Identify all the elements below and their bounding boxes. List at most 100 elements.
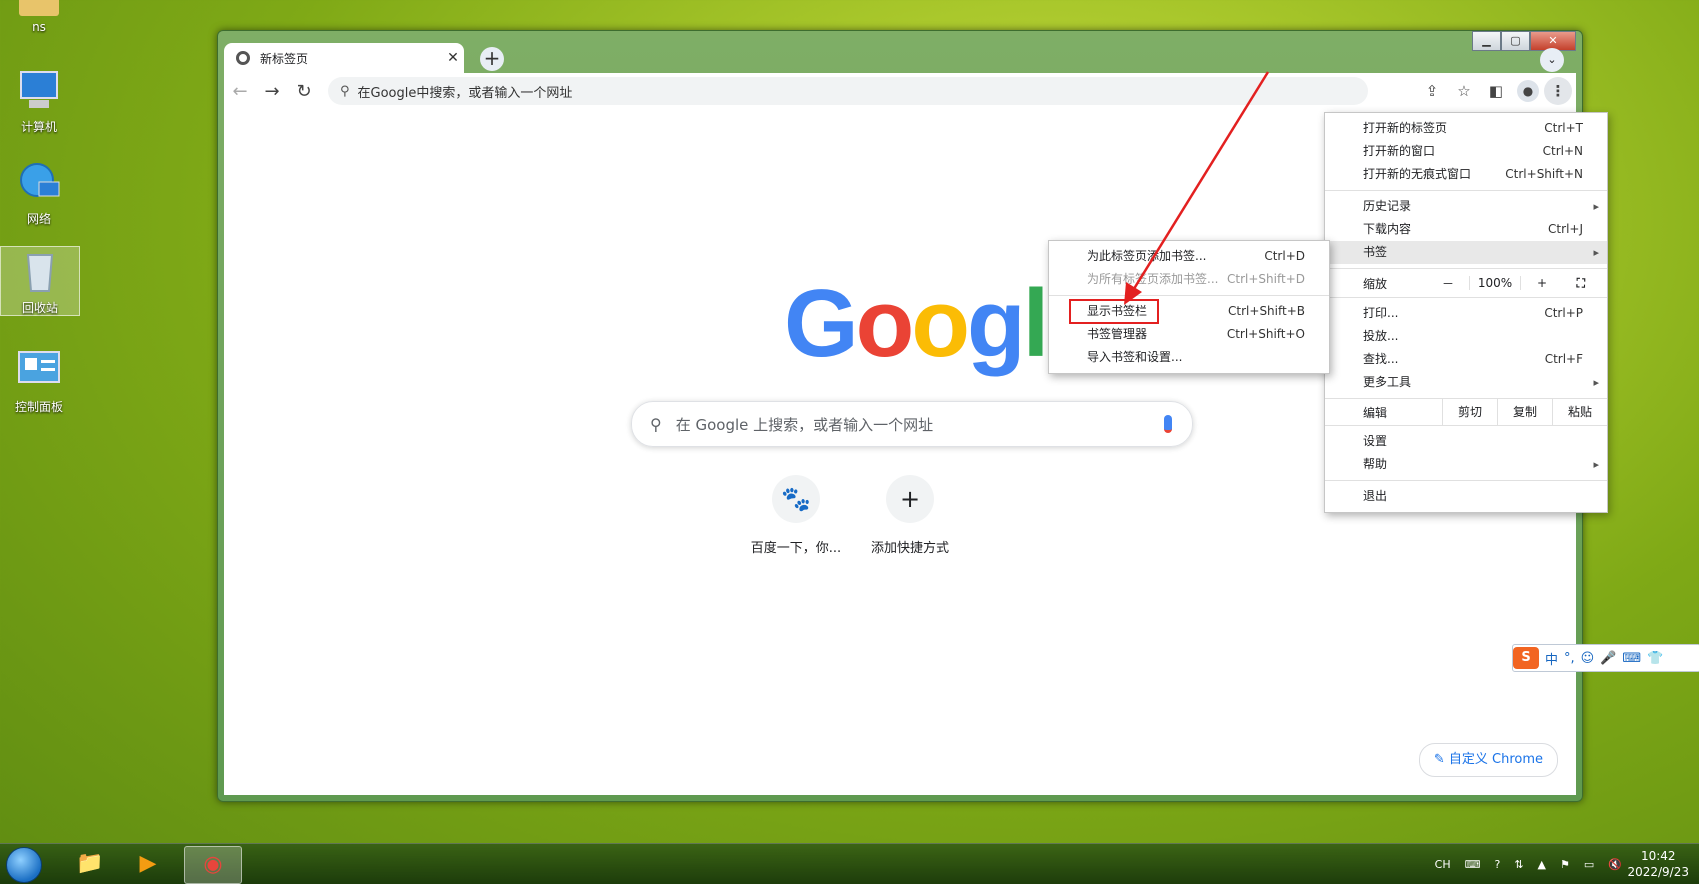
menu-bookmark-manager[interactable]: 书签管理器 Ctrl+Shift+O (1049, 323, 1329, 346)
cut-button[interactable]: 剪切 (1442, 399, 1497, 425)
menu-history[interactable]: 历史记录 (1325, 195, 1607, 218)
menu-bookmark-all-tabs[interactable]: 为所有标签页添加书签... Ctrl+Shift+D (1049, 268, 1329, 291)
skin-icon[interactable]: 👕 (1647, 651, 1663, 666)
desktop-icon-network[interactable]: 网络 (0, 158, 78, 227)
clock-time: 10:42 (1640, 849, 1676, 863)
menu-settings[interactable]: 设置 (1325, 430, 1607, 453)
taskbar-media-player[interactable]: ▶ (120, 846, 176, 882)
zoom-label: 缩放 (1363, 276, 1388, 291)
desktop-icon-computer[interactable]: 计算机 (0, 66, 78, 135)
menu-print[interactable]: 打印... Ctrl+P (1325, 302, 1607, 325)
sogou-logo-icon: S (1513, 647, 1539, 669)
desktop-icon-label: ns (32, 20, 46, 34)
zoom-out-button[interactable]: － (1427, 275, 1469, 292)
bookmark-star-icon[interactable]: ☆ (1448, 82, 1480, 100)
ime-mode[interactable]: 中 (1545, 649, 1558, 668)
menu-add-bookmark[interactable]: 为此标签页添加书签... Ctrl+D (1049, 245, 1329, 268)
tab-new-tab[interactable]: 新标签页 ✕ (224, 43, 464, 73)
annotation-highlight-box (1069, 299, 1159, 324)
shortcut-label: 百度一下，你... (750, 541, 842, 556)
desktop-icon-ns[interactable]: ns (0, 0, 78, 34)
clock[interactable]: 10:42 2022/9/23 (1627, 848, 1689, 880)
shortcut-add[interactable]: + 添加快捷方式 (854, 475, 966, 556)
desktop-icon-label: 网络 (26, 212, 51, 226)
forward-button[interactable]: → (256, 81, 288, 102)
desktop-icon-recycle-bin[interactable]: 回收站 (0, 246, 80, 316)
baidu-icon: 🐾 (772, 475, 820, 523)
menu-more-tools[interactable]: 更多工具 (1325, 371, 1607, 394)
menu-new-tab[interactable]: 打开新的标签页 Ctrl+T (1325, 117, 1607, 140)
chrome-main-menu: 打开新的标签页 Ctrl+T 打开新的窗口 Ctrl+N 打开新的无痕式窗口 Ctrl… (1324, 112, 1608, 513)
search-icon: ⚲ (650, 414, 662, 434)
ime-toolbar[interactable]: S 中 °, ☺ 🎤 ⌨ 👕 (1512, 644, 1699, 672)
microphone-icon[interactable]: 🎤 (1600, 651, 1616, 666)
address-bar-text: 在Google中搜索，或者输入一个网址 (357, 85, 573, 101)
share-icon[interactable]: ⇪ (1416, 82, 1448, 100)
help-icon[interactable]: ? (1494, 858, 1500, 871)
zoom-in-button[interactable]: + (1521, 276, 1563, 290)
taskbar-chrome[interactable]: ◉ (184, 846, 242, 884)
menu-incognito[interactable]: 打开新的无痕式窗口 Ctrl+Shift+N (1325, 163, 1607, 186)
action-center-icon[interactable]: ⚑ (1560, 858, 1570, 871)
volume-muted-icon[interactable]: 🔇 (1608, 858, 1622, 871)
fullscreen-icon[interactable]: ⛶ (1577, 276, 1585, 291)
menu-help[interactable]: 帮助 (1325, 453, 1607, 476)
profile-avatar[interactable]: ● (1517, 80, 1539, 102)
search-icon: ⚲ (340, 83, 350, 99)
reload-button[interactable]: ↻ (288, 81, 320, 102)
taskbar: 📁 ▶ ◉ CH ⌨ ? ⇅ ▲ ⚑ ▭ 🔇 10:42 2022/9/23 (0, 843, 1699, 884)
microphone-icon[interactable] (1164, 415, 1172, 433)
bookmarks-submenu: 为此标签页添加书签... Ctrl+D 为所有标签页添加书签... Ctrl+Shi… (1048, 240, 1330, 374)
copy-button[interactable]: 复制 (1497, 399, 1552, 425)
folder-icon (19, 0, 59, 16)
google-search-box[interactable]: ⚲ 在 Google 上搜索，或者输入一个网址 (631, 401, 1193, 447)
paste-button[interactable]: 粘贴 (1552, 399, 1607, 425)
recycle-bin-icon (16, 247, 64, 295)
chrome-menu-button[interactable]: ⋮ (1544, 77, 1572, 105)
keyboard-icon[interactable]: ⌨ (1622, 651, 1641, 666)
shortcut-baidu[interactable]: 🐾 百度一下，你... (740, 475, 852, 556)
menu-downloads[interactable]: 下载内容 Ctrl+J (1325, 218, 1607, 241)
ime-punctuation-icon[interactable]: °, (1564, 651, 1575, 666)
emoji-icon[interactable]: ☺ (1581, 651, 1595, 666)
menu-bookmarks[interactable]: 书签 (1325, 241, 1607, 264)
menu-import-bookmarks[interactable]: 导入书签和设置... (1049, 346, 1329, 369)
computer-icon (15, 66, 63, 114)
address-bar[interactable]: ⚲ 在Google中搜索，或者输入一个网址 (328, 77, 1368, 105)
chrome-icon (236, 51, 250, 65)
taskbar-explorer[interactable]: 📁 (62, 846, 118, 882)
back-button[interactable]: ← (224, 81, 256, 102)
desktop-icon-label: 控制面板 (14, 400, 63, 414)
system-tray: CH ⌨ ? ⇅ ▲ ⚑ ▭ 🔇 (1428, 844, 1629, 884)
menu-zoom-row: 缩放 － 100% + ⛶ (1325, 268, 1607, 298)
desktop-icon-control-panel[interactable]: 控制面板 (0, 346, 78, 415)
keyboard-icon[interactable]: ⌨ (1465, 858, 1481, 871)
menu-find[interactable]: 查找... Ctrl+F (1325, 348, 1607, 371)
shortcut-label: 添加快捷方式 (870, 541, 949, 556)
edit-label: 编辑 (1363, 405, 1388, 420)
menu-exit[interactable]: 退出 (1325, 485, 1607, 508)
tab-strip: 新标签页 ✕ + ⌄ (224, 41, 1576, 73)
show-hidden-icons[interactable]: ▲ (1538, 858, 1546, 871)
clock-date: 2022/9/23 (1627, 865, 1689, 879)
zoom-value: 100% (1469, 276, 1521, 290)
desktop-icon-label: 回收站 (21, 301, 58, 315)
control-panel-icon (15, 346, 63, 394)
search-placeholder: 在 Google 上搜索，或者输入一个网址 (675, 415, 934, 434)
display-icon[interactable]: ▭ (1584, 858, 1594, 871)
menu-cast[interactable]: 投放... (1325, 325, 1607, 348)
plus-icon: + (886, 475, 934, 523)
desktop-icon-label: 计算机 (20, 120, 57, 134)
tab-title: 新标签页 (260, 51, 309, 66)
start-button[interactable] (6, 847, 42, 883)
network-icon (15, 158, 63, 206)
network-icon[interactable]: ⇅ (1514, 858, 1523, 871)
tab-search-button[interactable]: ⌄ (1540, 48, 1564, 72)
toolbar-actions: ⇪ ☆ ◧ ● ⋮ (1416, 77, 1576, 105)
customize-chrome-button[interactable]: ✎ 自定义 Chrome (1418, 743, 1558, 777)
language-indicator[interactable]: CH (1435, 858, 1451, 871)
side-panel-icon[interactable]: ◧ (1480, 82, 1512, 100)
new-tab-button[interactable]: + (480, 47, 504, 71)
tab-close-button[interactable]: ✕ (442, 50, 464, 66)
menu-new-window[interactable]: 打开新的窗口 Ctrl+N (1325, 140, 1607, 163)
